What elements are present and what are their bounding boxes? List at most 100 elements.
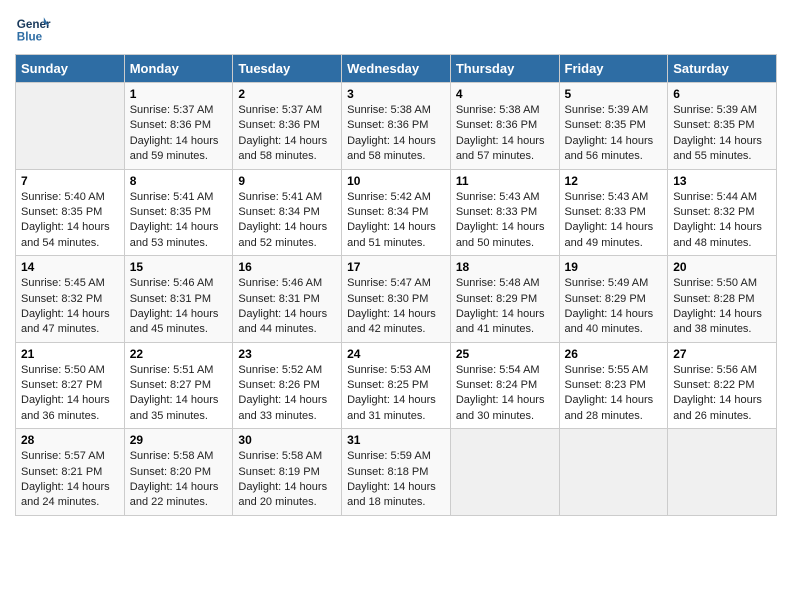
- calendar-cell: [16, 83, 125, 170]
- cell-line: Sunset: 8:25 PM: [347, 378, 445, 393]
- calendar-cell: [450, 429, 559, 516]
- cell-line: Sunrise: 5:40 AM: [21, 190, 119, 205]
- cell-line: Sunrise: 5:48 AM: [456, 276, 554, 291]
- cell-line: Daylight: 14 hours and 59 minutes.: [130, 134, 228, 165]
- cell-line: Sunset: 8:22 PM: [673, 378, 771, 393]
- cell-line: Sunset: 8:18 PM: [347, 465, 445, 480]
- calendar-cell: 24Sunrise: 5:53 AMSunset: 8:25 PMDayligh…: [342, 342, 451, 429]
- day-number: 15: [130, 260, 228, 274]
- cell-line: Sunset: 8:27 PM: [21, 378, 119, 393]
- cell-line: Daylight: 14 hours and 51 minutes.: [347, 220, 445, 251]
- day-number: 21: [21, 347, 119, 361]
- cell-line: Daylight: 14 hours and 45 minutes.: [130, 307, 228, 338]
- cell-line: Daylight: 14 hours and 40 minutes.: [565, 307, 663, 338]
- cell-line: Daylight: 14 hours and 56 minutes.: [565, 134, 663, 165]
- day-number: 13: [673, 174, 771, 188]
- calendar-cell: 1Sunrise: 5:37 AMSunset: 8:36 PMDaylight…: [124, 83, 233, 170]
- header-saturday: Saturday: [668, 55, 777, 83]
- header-friday: Friday: [559, 55, 668, 83]
- cell-line: Sunrise: 5:49 AM: [565, 276, 663, 291]
- cell-line: Sunrise: 5:43 AM: [456, 190, 554, 205]
- calendar-cell: 6Sunrise: 5:39 AMSunset: 8:35 PMDaylight…: [668, 83, 777, 170]
- cell-line: Sunrise: 5:38 AM: [347, 103, 445, 118]
- cell-line: Daylight: 14 hours and 49 minutes.: [565, 220, 663, 251]
- calendar-week-4: 21Sunrise: 5:50 AMSunset: 8:27 PMDayligh…: [16, 342, 777, 429]
- cell-line: Sunset: 8:31 PM: [130, 292, 228, 307]
- cell-line: Sunrise: 5:39 AM: [565, 103, 663, 118]
- cell-line: Daylight: 14 hours and 50 minutes.: [456, 220, 554, 251]
- cell-line: Sunset: 8:26 PM: [238, 378, 336, 393]
- calendar-cell: [559, 429, 668, 516]
- cell-line: Sunrise: 5:47 AM: [347, 276, 445, 291]
- svg-text:Blue: Blue: [17, 31, 43, 44]
- day-number: 25: [456, 347, 554, 361]
- calendar-week-2: 7Sunrise: 5:40 AMSunset: 8:35 PMDaylight…: [16, 169, 777, 256]
- cell-line: Sunset: 8:36 PM: [456, 118, 554, 133]
- calendar-cell: 17Sunrise: 5:47 AMSunset: 8:30 PMDayligh…: [342, 256, 451, 343]
- cell-line: Sunrise: 5:52 AM: [238, 363, 336, 378]
- day-number: 24: [347, 347, 445, 361]
- day-number: 9: [238, 174, 336, 188]
- calendar-cell: 19 Sunrise: 5:49 AMSunset: 8:29 PMDayligh…: [559, 256, 668, 343]
- day-number: 4: [456, 87, 554, 101]
- day-number: 31: [347, 433, 445, 447]
- calendar-table: SundayMondayTuesdayWednesdayThursdayFrid…: [15, 54, 777, 516]
- cell-line: Daylight: 14 hours and 55 minutes.: [673, 134, 771, 165]
- cell-line: Sunset: 8:28 PM: [673, 292, 771, 307]
- calendar-cell: 28Sunrise: 5:57 AMSunset: 8:21 PMDayligh…: [16, 429, 125, 516]
- cell-line: Sunrise: 5:45 AM: [21, 276, 119, 291]
- cell-line: Sunrise: 5:58 AM: [238, 449, 336, 464]
- cell-line: Sunset: 8:30 PM: [347, 292, 445, 307]
- cell-line: Daylight: 14 hours and 38 minutes.: [673, 307, 771, 338]
- calendar-cell: 8Sunrise: 5:41 AMSunset: 8:35 PMDaylight…: [124, 169, 233, 256]
- cell-line: Sunset: 8:31 PM: [238, 292, 336, 307]
- day-number: 5: [565, 87, 663, 101]
- cell-line: Sunset: 8:27 PM: [130, 378, 228, 393]
- header-tuesday: Tuesday: [233, 55, 342, 83]
- cell-line: Sunrise: 5:39 AM: [673, 103, 771, 118]
- cell-line: Daylight: 14 hours and 22 minutes.: [130, 480, 228, 511]
- cell-line: Sunrise: 5:37 AM: [238, 103, 336, 118]
- day-number: 23: [238, 347, 336, 361]
- day-number: 22: [130, 347, 228, 361]
- calendar-cell: 22Sunrise: 5:51 AMSunset: 8:27 PMDayligh…: [124, 342, 233, 429]
- cell-line: Sunrise: 5:42 AM: [347, 190, 445, 205]
- cell-line: Sunset: 8:35 PM: [21, 205, 119, 220]
- cell-line: Daylight: 14 hours and 58 minutes.: [347, 134, 445, 165]
- cell-line: Daylight: 14 hours and 54 minutes.: [21, 220, 119, 251]
- header-thursday: Thursday: [450, 55, 559, 83]
- cell-line: Sunrise: 5:56 AM: [673, 363, 771, 378]
- day-number: 3: [347, 87, 445, 101]
- calendar-cell: 29Sunrise: 5:58 AMSunset: 8:20 PMDayligh…: [124, 429, 233, 516]
- cell-line: Sunrise: 5:55 AM: [565, 363, 663, 378]
- cell-line: Sunrise: 5:44 AM: [673, 190, 771, 205]
- cell-line: Daylight: 14 hours and 33 minutes.: [238, 393, 336, 424]
- cell-line: Daylight: 14 hours and 28 minutes.: [565, 393, 663, 424]
- logo-icon: General Blue: [15, 10, 51, 46]
- day-number: 2: [238, 87, 336, 101]
- day-number: 17: [347, 260, 445, 274]
- day-number: 14: [21, 260, 119, 274]
- cell-line: Sunrise: 5:53 AM: [347, 363, 445, 378]
- cell-line: Sunrise: 5:59 AM: [347, 449, 445, 464]
- calendar-cell: 2Sunrise: 5:37 AMSunset: 8:36 PMDaylight…: [233, 83, 342, 170]
- cell-line: Sunrise: 5:41 AM: [130, 190, 228, 205]
- calendar-cell: 9Sunrise: 5:41 AMSunset: 8:34 PMDaylight…: [233, 169, 342, 256]
- calendar-cell: 18Sunrise: 5:48 AMSunset: 8:29 PMDayligh…: [450, 256, 559, 343]
- calendar-cell: 14Sunrise: 5:45 AMSunset: 8:32 PMDayligh…: [16, 256, 125, 343]
- logo: General Blue: [15, 10, 55, 46]
- cell-line: Sunset: 8:34 PM: [347, 205, 445, 220]
- cell-line: Daylight: 14 hours and 47 minutes.: [21, 307, 119, 338]
- cell-line: Sunset: 8:36 PM: [347, 118, 445, 133]
- cell-line: Daylight: 14 hours and 53 minutes.: [130, 220, 228, 251]
- day-number: 19: [565, 260, 663, 274]
- day-number: 16: [238, 260, 336, 274]
- header-monday: Monday: [124, 55, 233, 83]
- cell-line: Sunrise: 5:38 AM: [456, 103, 554, 118]
- cell-line: Daylight: 14 hours and 35 minutes.: [130, 393, 228, 424]
- cell-line: Sunset: 8:29 PM: [565, 292, 663, 307]
- cell-line: Sunset: 8:21 PM: [21, 465, 119, 480]
- cell-line: Sunset: 8:36 PM: [130, 118, 228, 133]
- day-number: 20: [673, 260, 771, 274]
- calendar-cell: 30Sunrise: 5:58 AMSunset: 8:19 PMDayligh…: [233, 429, 342, 516]
